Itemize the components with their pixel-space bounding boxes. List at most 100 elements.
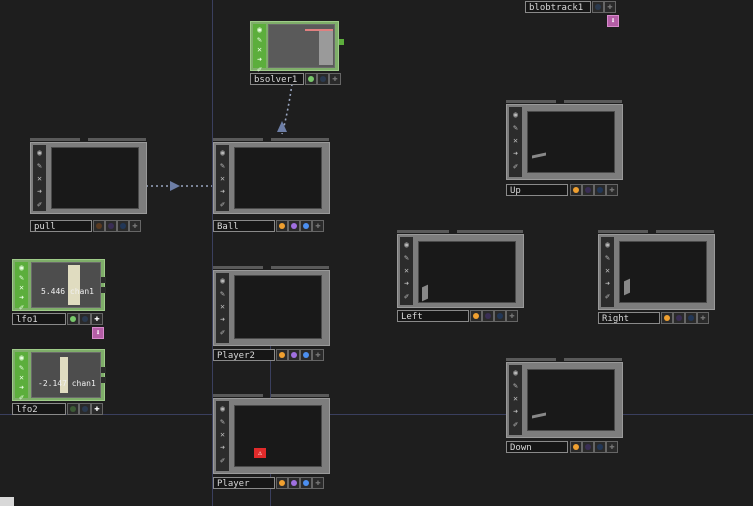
node-body[interactable]: ◉ ✎ ✕ ➜ ✐ -2.147 chan1 bbox=[12, 349, 105, 402]
arrow-icon[interactable]: ➜ bbox=[510, 407, 521, 417]
target-icon[interactable]: ◉ bbox=[16, 263, 27, 273]
x-icon[interactable]: ✕ bbox=[602, 266, 613, 276]
node-ball[interactable]: ◉ ✎ ✕ ➜ ✐ Ball ✚ bbox=[213, 138, 331, 232]
target-icon[interactable]: ◉ bbox=[34, 148, 45, 158]
cook-flag[interactable] bbox=[570, 184, 582, 196]
plus-icon[interactable]: ✚ bbox=[329, 73, 341, 85]
x-icon[interactable]: ✕ bbox=[510, 136, 521, 146]
node-body[interactable]: ◉ ✎ ✕ ➜ ✐ bbox=[397, 234, 524, 308]
brush-icon[interactable]: ✐ bbox=[510, 420, 521, 430]
target-icon[interactable]: ◉ bbox=[401, 240, 412, 250]
node-body[interactable]: ◉ ✎ ✕ ➜ ✐ bbox=[250, 21, 339, 74]
bypass-flag[interactable] bbox=[317, 73, 329, 85]
node-lfo2[interactable]: ◉ ✎ ✕ ➜ ✐ -2.147 chan1 lfo2 ✚ bbox=[12, 349, 108, 415]
corner-tab[interactable] bbox=[0, 497, 14, 506]
node-body[interactable]: ◉ ✎ ✕ ➜ ✐ bbox=[213, 142, 330, 214]
display-flag[interactable] bbox=[288, 477, 300, 489]
bypass-flag[interactable] bbox=[79, 313, 91, 325]
output-connector[interactable] bbox=[101, 377, 106, 383]
cook-flag[interactable] bbox=[661, 312, 673, 324]
target-icon[interactable]: ◉ bbox=[510, 368, 521, 378]
arrow-icon[interactable]: ➜ bbox=[34, 187, 45, 197]
render-flag[interactable] bbox=[117, 220, 129, 232]
output-connector[interactable] bbox=[339, 39, 344, 45]
target-icon[interactable]: ◉ bbox=[510, 110, 521, 120]
x-icon[interactable]: ✕ bbox=[401, 266, 412, 276]
pencil-icon[interactable]: ✎ bbox=[510, 123, 521, 133]
node-label[interactable]: Up bbox=[506, 184, 568, 196]
x-icon[interactable]: ✕ bbox=[217, 174, 228, 184]
display-flag[interactable] bbox=[288, 220, 300, 232]
pencil-icon[interactable]: ✎ bbox=[217, 289, 228, 299]
node-body[interactable]: ◉ ✎ ✕ ➜ ✐ 5.446 chan1 bbox=[12, 259, 105, 313]
plus-icon[interactable]: ✚ bbox=[91, 403, 103, 415]
brush-icon[interactable]: ✐ bbox=[510, 162, 521, 172]
arrow-icon[interactable]: ➜ bbox=[217, 187, 228, 197]
arrow-icon[interactable]: ➜ bbox=[401, 279, 412, 289]
viewer-flag[interactable] bbox=[305, 73, 317, 85]
arrow-icon[interactable]: ➜ bbox=[510, 149, 521, 159]
node-body[interactable]: ◉ ✎ ✕ ➜ ✐ bbox=[213, 270, 330, 346]
brush-icon[interactable]: ✐ bbox=[217, 200, 228, 210]
output-connector[interactable] bbox=[101, 277, 106, 283]
arrow-icon[interactable]: ➜ bbox=[16, 383, 27, 393]
pencil-icon[interactable]: ✎ bbox=[16, 273, 27, 283]
target-icon[interactable]: ◉ bbox=[217, 404, 228, 414]
wire-pull-to-ball[interactable] bbox=[140, 178, 220, 194]
node-body[interactable]: ◉ ✎ ✕ ➜ ✐ bbox=[506, 104, 623, 180]
viewer-flag[interactable] bbox=[67, 403, 79, 415]
target-icon[interactable]: ◉ bbox=[16, 353, 27, 363]
pencil-icon[interactable]: ✎ bbox=[217, 417, 228, 427]
x-icon[interactable]: ✕ bbox=[217, 302, 228, 312]
download-icon[interactable]: ⬇ bbox=[607, 15, 619, 27]
node-label[interactable]: Player2 bbox=[213, 349, 275, 361]
node-label[interactable]: Left bbox=[397, 310, 469, 322]
render-flag[interactable] bbox=[494, 310, 506, 322]
display-flag[interactable] bbox=[582, 441, 594, 453]
node-label[interactable]: Player bbox=[213, 477, 275, 489]
render-flag[interactable] bbox=[594, 184, 606, 196]
node-up[interactable]: ◉ ✎ ✕ ➜ ✐ Up ✚ bbox=[506, 100, 624, 196]
node-label[interactable]: blobtrack1 bbox=[525, 1, 591, 13]
download-icon[interactable]: ⬇ bbox=[92, 327, 104, 339]
x-icon[interactable]: ✕ bbox=[34, 174, 45, 184]
node-player[interactable]: ◉ ✎ ✕ ➜ ✐ ⚠ Player ✚ bbox=[213, 394, 331, 492]
arrow-icon[interactable]: ➜ bbox=[602, 279, 613, 289]
display-flag[interactable] bbox=[105, 220, 117, 232]
plus-icon[interactable]: ✚ bbox=[312, 477, 324, 489]
node-label[interactable]: bsolver1 bbox=[250, 73, 304, 85]
display-flag[interactable] bbox=[288, 349, 300, 361]
pencil-icon[interactable]: ✎ bbox=[602, 253, 613, 263]
wire-ball-to-bsolver1[interactable] bbox=[270, 82, 300, 142]
x-icon[interactable]: ✕ bbox=[16, 283, 27, 293]
pencil-icon[interactable]: ✎ bbox=[254, 35, 265, 45]
plus-icon[interactable]: ✚ bbox=[312, 220, 324, 232]
plus-icon[interactable]: ✚ bbox=[506, 310, 518, 322]
node-bsolver1[interactable]: ◉ ✎ ✕ ➜ ✐ bsolver1 ✚ bbox=[250, 21, 345, 85]
brush-icon[interactable]: ✐ bbox=[34, 200, 45, 210]
pencil-icon[interactable]: ✎ bbox=[401, 253, 412, 263]
brush-icon[interactable]: ✐ bbox=[602, 292, 613, 302]
node-label[interactable]: lfo1 bbox=[12, 313, 66, 325]
cook-flag[interactable] bbox=[276, 220, 288, 232]
pencil-icon[interactable]: ✎ bbox=[510, 381, 521, 391]
bypass-flag[interactable] bbox=[592, 1, 604, 13]
render-flag[interactable] bbox=[300, 477, 312, 489]
cook-flag[interactable] bbox=[276, 477, 288, 489]
render-flag[interactable] bbox=[300, 349, 312, 361]
brush-icon[interactable]: ✐ bbox=[401, 292, 412, 302]
output-connector[interactable] bbox=[101, 367, 106, 373]
brush-icon[interactable]: ✐ bbox=[217, 328, 228, 338]
display-flag[interactable] bbox=[582, 184, 594, 196]
render-flag[interactable] bbox=[685, 312, 697, 324]
warning-icon[interactable]: ⚠ bbox=[254, 448, 266, 458]
node-lfo1[interactable]: ◉ ✎ ✕ ➜ ✐ 5.446 chan1 lfo1 ✚ ⬇ bbox=[12, 259, 108, 339]
viewer-flag[interactable] bbox=[67, 313, 79, 325]
cook-flag[interactable] bbox=[470, 310, 482, 322]
brush-icon[interactable]: ✐ bbox=[16, 303, 27, 313]
node-label[interactable]: lfo2 bbox=[12, 403, 66, 415]
target-icon[interactable]: ◉ bbox=[254, 25, 265, 35]
pencil-icon[interactable]: ✎ bbox=[34, 161, 45, 171]
display-flag[interactable] bbox=[673, 312, 685, 324]
cook-flag[interactable] bbox=[276, 349, 288, 361]
